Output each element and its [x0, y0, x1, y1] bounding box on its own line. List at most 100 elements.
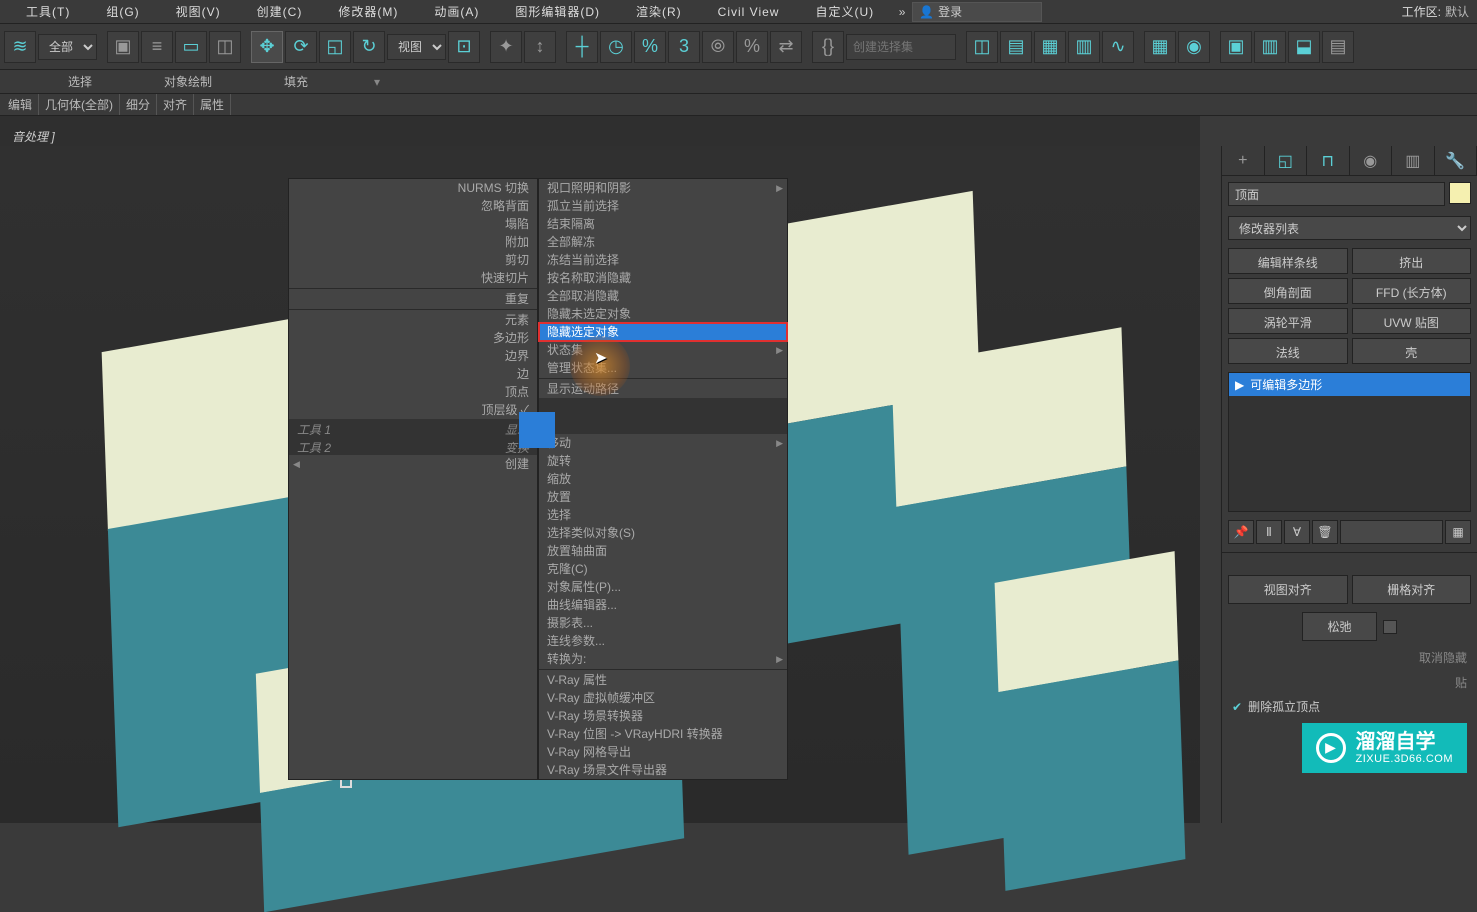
qm-vray-mesh-export[interactable]: V-Ray 网格导出: [539, 743, 787, 761]
render-frame-icon[interactable]: ▥: [1254, 31, 1286, 63]
mod-bevel-profile[interactable]: 倒角剖面: [1228, 278, 1348, 304]
qm-quickslice[interactable]: 快速切片: [289, 269, 537, 287]
qm-viewport-lighting[interactable]: 视口照明和阴影: [539, 179, 787, 197]
create-tab-icon[interactable]: +: [1222, 146, 1265, 175]
unhide-label[interactable]: 取消隐藏: [1222, 645, 1477, 670]
qm-cut[interactable]: 剪切: [289, 251, 537, 269]
curve-editor-icon[interactable]: ∿: [1102, 31, 1134, 63]
render-production-icon[interactable]: ▤: [1322, 31, 1354, 63]
qm-ignore-backface[interactable]: 忽略背面: [289, 197, 537, 215]
window-crossing-icon[interactable]: ◫: [209, 31, 241, 63]
toggle-ribbon-icon[interactable]: ▥: [1068, 31, 1100, 63]
qm-polygon[interactable]: 多边形: [289, 329, 537, 347]
object-color-swatch[interactable]: [1449, 182, 1471, 204]
menu-render[interactable]: 渲染(R): [618, 3, 700, 20]
qm-element[interactable]: 元素: [289, 311, 537, 329]
qm-toplevel[interactable]: 顶层级 ✓: [289, 401, 537, 419]
mod-extrude[interactable]: 挤出: [1352, 248, 1472, 274]
schematic-view-icon[interactable]: ▦: [1144, 31, 1176, 63]
sr-geometry[interactable]: 几何体(全部): [39, 94, 120, 115]
qm-object-props[interactable]: 对象属性(P)...: [539, 578, 787, 596]
menu-overflow[interactable]: »: [892, 5, 912, 19]
qm-vray-bitmap[interactable]: V-Ray 位图 -> VRayHDRI 转换器: [539, 725, 787, 743]
grid-align-button[interactable]: 栅格对齐: [1352, 575, 1472, 604]
qm-nurms[interactable]: NURMS 切换: [289, 179, 537, 197]
qm-repeat[interactable]: 重复: [289, 290, 537, 308]
qm-unhide-by-name[interactable]: 按名称取消隐藏: [539, 269, 787, 287]
qm-wire-params[interactable]: 连线参数...: [539, 632, 787, 650]
select-manipulate-icon[interactable]: ✦: [490, 31, 522, 63]
render-setup-icon[interactable]: ▣: [1220, 31, 1252, 63]
selection-filter-icon[interactable]: ≋: [4, 31, 36, 63]
qm-unfreeze-all[interactable]: 全部解冻: [539, 233, 787, 251]
align-icon[interactable]: ◫: [966, 31, 998, 63]
ribbon-object-paint[interactable]: 对象绘制: [128, 73, 248, 90]
qm-end-isolate[interactable]: 结束隔离: [539, 215, 787, 233]
qm-manage-state-sets[interactable]: 管理状态集...: [539, 359, 787, 377]
object-name-input[interactable]: [1228, 182, 1445, 206]
scene-explorer-icon[interactable]: ▦: [1034, 31, 1066, 63]
selection-filter-select[interactable]: 全部: [38, 34, 97, 60]
rotate-tool-icon[interactable]: ⟳: [285, 31, 317, 63]
qm-vertex[interactable]: 顶点: [289, 383, 537, 401]
qm-collapse[interactable]: 塌陷: [289, 215, 537, 233]
configure-sets-icon[interactable]: ▦: [1445, 520, 1471, 544]
percent-snap-icon[interactable]: %: [634, 31, 666, 63]
qm-show-motion-path[interactable]: 显示运动路径: [539, 380, 787, 398]
utilities-tab-icon[interactable]: 🔧: [1435, 146, 1477, 175]
qm-scale[interactable]: 缩放: [539, 470, 787, 488]
qm-unhide-all[interactable]: 全部取消隐藏: [539, 287, 787, 305]
qm-create[interactable]: 创建: [289, 455, 537, 473]
qm-clone[interactable]: 克隆(C): [539, 560, 787, 578]
qm-select-similar[interactable]: 选择类似对象(S): [539, 524, 787, 542]
qm-select[interactable]: 选择: [539, 506, 787, 524]
display-tab-icon[interactable]: ▥: [1392, 146, 1435, 175]
menu-view[interactable]: 视图(V): [158, 3, 239, 20]
mod-edit-spline[interactable]: 编辑样条线: [1228, 248, 1348, 274]
pin-stack-icon[interactable]: 📌: [1228, 520, 1254, 544]
curly-icon[interactable]: {}: [812, 31, 844, 63]
scale-tool-icon[interactable]: ◱: [319, 31, 351, 63]
view-align-button[interactable]: 视图对齐: [1228, 575, 1348, 604]
sr-subdivide[interactable]: 细分: [120, 94, 157, 115]
mod-normal[interactable]: 法线: [1228, 338, 1348, 364]
relax-button[interactable]: 松弛: [1302, 612, 1376, 641]
qm-vray-scene-export[interactable]: V-Ray 场景文件导出器: [539, 761, 787, 779]
qm-hide-unselected[interactable]: 隐藏未选定对象: [539, 305, 787, 323]
sr-properties[interactable]: 属性: [194, 94, 231, 115]
modify-tab-icon[interactable]: ◱: [1265, 146, 1308, 175]
sr-edit[interactable]: 编辑: [2, 94, 39, 115]
spinner-snap-icon[interactable]: 3: [668, 31, 700, 63]
mirror-icon[interactable]: ⇄: [770, 31, 802, 63]
qm-edge[interactable]: 边: [289, 365, 537, 383]
ribbon-expand-icon[interactable]: ▾: [374, 75, 380, 89]
menu-group[interactable]: 组(G): [88, 3, 157, 20]
select-by-name-icon[interactable]: ≡: [141, 31, 173, 63]
qm-rotate[interactable]: 旋转: [539, 452, 787, 470]
make-unique-icon[interactable]: ∀: [1284, 520, 1310, 544]
mod-turbosmooth[interactable]: 涡轮平滑: [1228, 308, 1348, 334]
menu-graph-editors[interactable]: 图形编辑器(D): [497, 3, 618, 20]
qm-vray-scene-convert[interactable]: V-Ray 场景转换器: [539, 707, 787, 725]
ribbon-populate[interactable]: 填充: [248, 73, 344, 90]
qm-hide-selection[interactable]: 隐藏选定对象: [539, 323, 787, 341]
qm-vray-props[interactable]: V-Ray 属性: [539, 671, 787, 689]
percent-icon[interactable]: %: [736, 31, 768, 63]
render-icon[interactable]: ⬓: [1288, 31, 1320, 63]
ribbon-select[interactable]: 选择: [8, 73, 128, 90]
place-tool-icon[interactable]: ↻: [353, 31, 385, 63]
hierarchy-tab-icon[interactable]: ⊓: [1307, 146, 1350, 175]
login-button[interactable]: 👤 登录: [912, 2, 1042, 22]
edit-named-icon[interactable]: ⦾: [702, 31, 734, 63]
qm-border[interactable]: 边界: [289, 347, 537, 365]
menu-animation[interactable]: 动画(A): [416, 3, 497, 20]
qm-move[interactable]: 移动: [539, 434, 787, 452]
stack-editable-poly[interactable]: ▶ 可编辑多边形: [1229, 373, 1470, 396]
ref-coord-select[interactable]: 视图: [387, 34, 446, 60]
sr-align[interactable]: 对齐: [157, 94, 194, 115]
qm-convert-to[interactable]: 转换为:: [539, 650, 787, 668]
angle-snap-icon[interactable]: ◷: [600, 31, 632, 63]
rect-select-icon[interactable]: ▭: [175, 31, 207, 63]
qm-freeze-selection[interactable]: 冻结当前选择: [539, 251, 787, 269]
qm-state-sets[interactable]: 状态集: [539, 341, 787, 359]
